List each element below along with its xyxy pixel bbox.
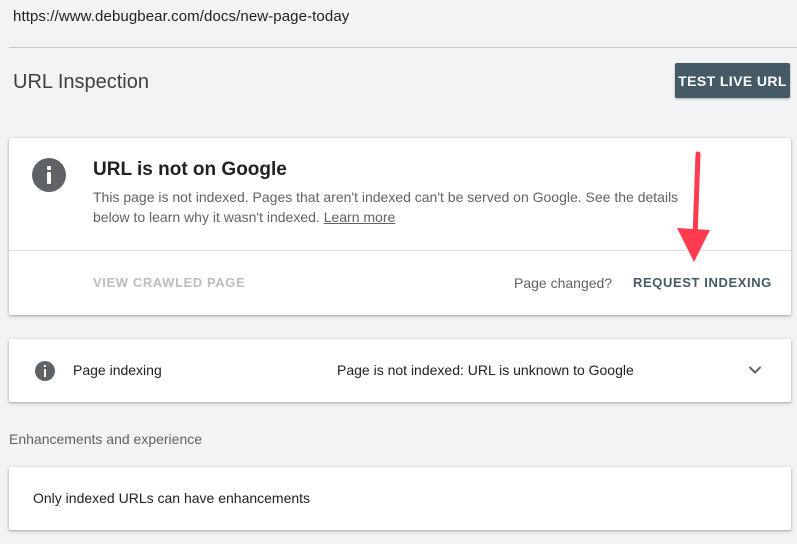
chevron-down-icon[interactable] bbox=[746, 361, 764, 379]
view-crawled-page-button[interactable]: VIEW CRAWLED PAGE bbox=[93, 275, 245, 290]
url-text[interactable]: https://www.debugbear.com/docs/new-page-… bbox=[13, 8, 349, 25]
test-live-url-button[interactable]: TEST LIVE URL bbox=[675, 63, 790, 98]
page-changed-label: Page changed? bbox=[514, 275, 613, 291]
learn-more-link[interactable]: Learn more bbox=[324, 209, 396, 225]
page-title: URL Inspection bbox=[13, 71, 149, 93]
enhancements-card: Only indexed URLs can have enhancements bbox=[9, 467, 791, 530]
status-title: URL is not on Google bbox=[93, 159, 287, 180]
enhancements-message: Only indexed URLs can have enhancements bbox=[33, 490, 311, 506]
enhancements-heading: Enhancements and experience bbox=[9, 431, 203, 447]
url-bar: https://www.debugbear.com/docs/new-page-… bbox=[0, 0, 797, 48]
page-indexing-label: Page indexing bbox=[73, 362, 162, 378]
info-icon bbox=[35, 361, 55, 381]
page-indexing-status: Page is not indexed: URL is unknown to G… bbox=[337, 362, 634, 378]
status-description: This page is not indexed. Pages that are… bbox=[93, 187, 683, 227]
request-indexing-button[interactable]: REQUEST INDEXING bbox=[633, 275, 772, 290]
info-icon bbox=[32, 158, 66, 192]
annotation-arrow-icon bbox=[677, 151, 710, 262]
url-divider bbox=[9, 47, 797, 48]
page-indexing-row[interactable]: Page indexing Page is not indexed: URL i… bbox=[9, 339, 791, 402]
